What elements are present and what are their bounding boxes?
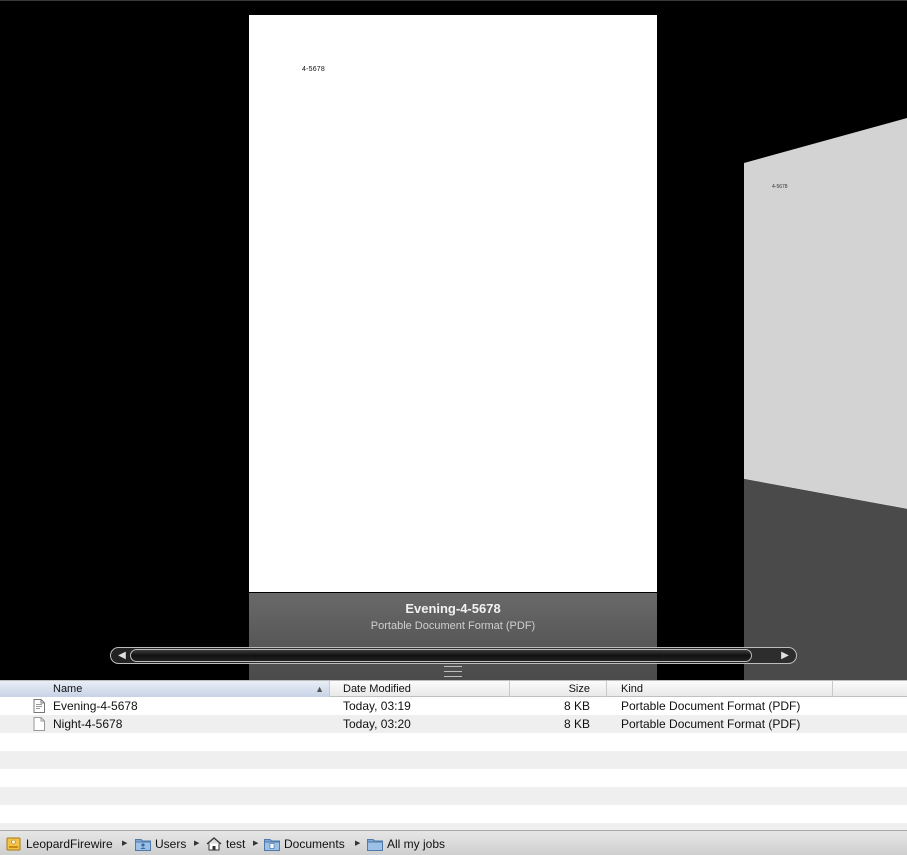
path-separator-icon: ▶ (194, 840, 200, 847)
firewire-drive-icon (6, 837, 21, 850)
file-list[interactable]: Name ▲ Date Modified Size Kind Evening-4… (0, 680, 907, 830)
empty-row (0, 823, 907, 830)
path-item-users[interactable]: Users (135, 835, 186, 852)
side-page-text: 4-5678 (772, 184, 788, 190)
pdf-document-icon (33, 699, 45, 713)
path-bar: LeopardFirewire ▶ Users ▶ test ▶ Documen… (0, 830, 907, 855)
empty-row (0, 787, 907, 805)
path-separator-icon: ▶ (355, 840, 361, 847)
path-item-all-my-jobs[interactable]: All my jobs (367, 835, 445, 852)
resize-grip-icon[interactable] (444, 666, 462, 677)
empty-row (0, 805, 907, 823)
finder-window: 4-5678 Evening-4-5678 Portable Document … (0, 0, 907, 855)
table-row[interactable]: Evening-4-5678 Today, 03:19 8 KB Portabl… (0, 697, 907, 715)
sort-ascending-icon: ▲ (315, 684, 324, 694)
blank-document-icon (33, 717, 45, 731)
path-item-leopardfirewire[interactable]: LeopardFirewire (6, 835, 113, 852)
path-item-documents[interactable]: Documents (264, 835, 345, 852)
empty-row (0, 751, 907, 769)
empty-row (0, 769, 907, 787)
cover-flow-subtitle: Portable Document Format (PDF) (370, 620, 536, 632)
path-item-label: test (226, 836, 246, 851)
column-header-kind[interactable]: Kind (607, 681, 833, 697)
column-header-name-label: Name (53, 683, 83, 695)
users-folder-icon (135, 838, 151, 851)
documents-folder-icon (264, 838, 280, 851)
file-name: Night-4-5678 (53, 717, 123, 731)
home-icon (206, 836, 222, 850)
column-header-size[interactable]: Size (510, 681, 607, 697)
list-header: Name ▲ Date Modified Size Kind (0, 680, 907, 697)
file-kind: Portable Document Format (PDF) (621, 699, 801, 713)
file-date: Today, 03:20 (343, 717, 411, 731)
file-name: Evening-4-5678 (53, 699, 138, 713)
table-row[interactable]: Night-4-5678 Today, 03:20 8 KB Portable … (0, 715, 907, 733)
column-header-name[interactable]: Name ▲ (0, 681, 330, 697)
file-size: 8 KB (563, 699, 590, 713)
divider (0, 0, 907, 1)
cover-flow-scrollbar[interactable]: ◀ ▶ (110, 647, 797, 664)
scroll-right-arrow-icon[interactable]: ▶ (776, 648, 794, 663)
scroll-left-arrow-icon[interactable]: ◀ (113, 648, 131, 663)
path-separator-icon: ▶ (122, 840, 128, 847)
scrollbar-thumb[interactable] (130, 649, 752, 662)
file-kind: Portable Document Format (PDF) (621, 717, 801, 731)
cover-flow-side-page[interactable]: 4-5678 (744, 118, 907, 680)
cover-flow-title: Evening-4-5678 (405, 601, 501, 616)
path-separator-icon: ▶ (253, 840, 259, 847)
cover-flow-selected-page[interactable]: 4-5678 (249, 15, 657, 592)
cover-flow-view[interactable]: 4-5678 Evening-4-5678 Portable Document … (0, 0, 907, 680)
folder-icon (367, 838, 383, 851)
path-item-test[interactable]: test (206, 835, 245, 852)
path-item-label: All my jobs (387, 836, 446, 851)
path-item-label: LeopardFirewire (26, 836, 113, 851)
path-item-label: Users (155, 836, 187, 851)
page-text: 4-5678 (302, 66, 325, 73)
file-date: Today, 03:19 (343, 699, 411, 713)
empty-row (0, 733, 907, 751)
file-size: 8 KB (563, 717, 590, 731)
column-header-date[interactable]: Date Modified (330, 681, 510, 697)
path-item-label: Documents (284, 836, 345, 851)
